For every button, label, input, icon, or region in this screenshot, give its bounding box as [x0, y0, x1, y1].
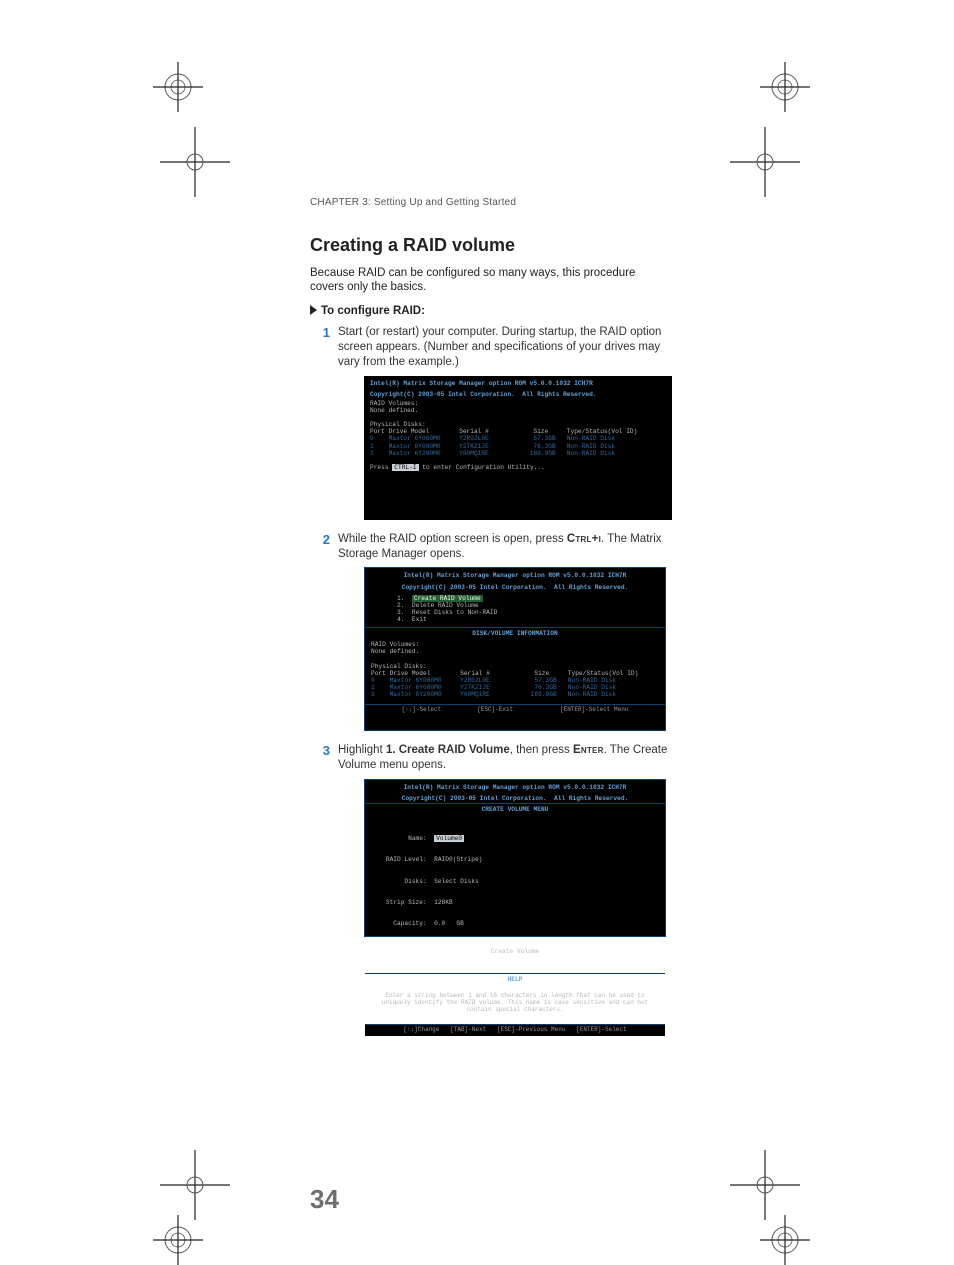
content-column: Creating a RAID volume Because RAID can … [310, 235, 672, 949]
step-text-mid: , then press [510, 744, 573, 756]
step-number: 3 [312, 743, 330, 760]
step-number: 1 [312, 325, 330, 342]
running-header: CHAPTER 3: Setting Up and Getting Starte… [310, 197, 516, 208]
step-text-pre: Highlight [338, 744, 386, 756]
crop-target-icon [760, 62, 810, 112]
section-title: Creating a RAID volume [310, 235, 672, 256]
bios-header-line: Intel(R) Matrix Storage Manager option R… [364, 376, 672, 387]
bios-header-line: Intel(R) Matrix Storage Manager option R… [365, 780, 665, 791]
bios-screenshot-matrix-manager: Intel(R) Matrix Storage Manager option R… [364, 567, 666, 731]
bios-disk-info: RAID Volumes: None defined. Physical Dis… [365, 639, 665, 704]
crop-mark-icon [160, 1150, 230, 1220]
bios-panel-label: CREATE VOLUME MENU [365, 803, 665, 815]
page-number: 34 [310, 1184, 339, 1215]
bios-menu-item-exit: 4. Exit [371, 616, 659, 623]
intro-paragraph: Because RAID can be configured so many w… [310, 266, 672, 295]
bios-header-line: Intel(R) Matrix Storage Manager option R… [365, 568, 665, 579]
bios-header-line: Copyright(C) 2003-05 Intel Corporation. … [365, 580, 665, 591]
keycap: Ctrl+i [567, 533, 601, 545]
chapter-label: CHAPTER 3: [310, 197, 371, 208]
step-text: Start (or restart) your computer. During… [338, 326, 661, 368]
crop-mark-icon [160, 127, 230, 197]
bios-menu-item-delete: 2. Delete RAID Volume [371, 602, 659, 609]
chapter-title: Setting Up and Getting Started [371, 197, 516, 208]
crop-mark-icon [730, 127, 800, 197]
crop-target-icon [153, 1215, 203, 1265]
crop-target-icon [153, 62, 203, 112]
triangle-right-icon [310, 305, 317, 315]
keycap: Enter [573, 744, 604, 756]
bios-body: RAID Volumes: None defined. Physical Dis… [364, 398, 672, 477]
procedure-heading: To configure RAID: [310, 305, 672, 317]
step-text-pre: While the RAID option screen is open, pr… [338, 533, 567, 545]
bios-help-text: Enter a string between 1 and 16 characte… [365, 985, 665, 1024]
bios-panel-label: DISK/VOLUME INFORMATION [365, 627, 665, 639]
bios-menu-item-create: 1. Create RAID Volume [371, 595, 659, 602]
bios-screenshot-raid-option: Intel(R) Matrix Storage Manager option R… [364, 376, 672, 520]
bios-footer-keys: [↑↓]Change [TAB]-Next [ESC]-Previous Men… [365, 1024, 665, 1036]
step-2: 2 While the RAID option screen is open, … [334, 532, 672, 732]
bios-menu-item-reset: 3. Reset Disks to Non-RAID [371, 609, 659, 616]
bios-header-line: Copyright(C) 2003-05 Intel Corporation. … [365, 791, 665, 802]
step-1: 1 Start (or restart) your computer. Duri… [334, 325, 672, 520]
bios-main-menu: 1. Create RAID Volume 2. Delete RAID Vol… [365, 591, 665, 628]
crop-mark-icon [730, 1150, 800, 1220]
procedure-heading-text: To configure RAID: [321, 305, 425, 317]
step-number: 2 [312, 532, 330, 549]
step-3: 3 Highlight 1. Create RAID Volume, then … [334, 743, 672, 937]
bios-panel-label: HELP [365, 973, 665, 985]
bold-ui-label: 1. Create RAID Volume [386, 744, 510, 756]
bios-footer-keys: [↑↓]-Select [ESC]-Exit [ENTER]-Select Me… [365, 704, 665, 716]
crop-target-icon [760, 1215, 810, 1265]
bios-create-volume-fields: Name: Volume0 RAID Level: RAID0(Stripe) … [365, 815, 665, 974]
bios-header-line: Copyright(C) 2003-05 Intel Corporation. … [364, 387, 672, 398]
bios-screenshot-create-volume: Intel(R) Matrix Storage Manager option R… [364, 779, 666, 937]
